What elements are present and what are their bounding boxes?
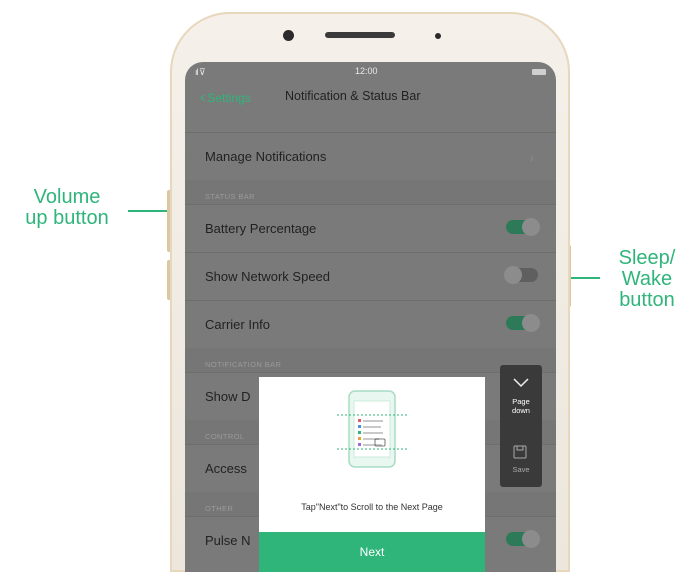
- list-item-label: Manage Notifications: [205, 149, 327, 164]
- phone-scroll-illustration-icon: [337, 390, 407, 468]
- list-item-network-speed: Show Network Speed: [185, 252, 556, 300]
- sleep-wake-callout: Sleep/ Wake button: [608, 248, 684, 311]
- save-label: Save: [512, 465, 530, 474]
- list-item-label: Show Network Speed: [205, 269, 331, 284]
- toggle-knob: [504, 266, 522, 284]
- toggle-knob: [522, 314, 540, 332]
- list-item-manage-notifications[interactable]: Manage Notifications ›: [185, 132, 556, 180]
- page-down-label: Page down: [500, 397, 542, 415]
- callout-text: Sleep/: [618, 247, 676, 269]
- phone-top-bezel: [170, 12, 570, 67]
- toggle-knob: [522, 218, 540, 236]
- chevron-right-icon: ›: [529, 148, 534, 165]
- proximity-sensor: [435, 33, 441, 39]
- pulse-toggle[interactable]: [506, 530, 540, 548]
- phone-body: ıl ⊽ 12:00 ‹ Settings Notification & Sta…: [170, 12, 570, 572]
- chevron-left-icon: ‹: [200, 89, 206, 106]
- nav-bar: ‹ Settings Notification & Status Bar: [185, 82, 556, 116]
- battery-icon: [532, 69, 546, 75]
- page-down-button[interactable]: [513, 375, 529, 391]
- page-title: Notification & Status Bar: [285, 89, 421, 103]
- callout-text: Wake: [621, 268, 673, 290]
- list-item-label: Access: [205, 461, 247, 476]
- signal-icon: ıl ⊽: [195, 67, 206, 77]
- back-button[interactable]: ‹ Settings: [200, 89, 251, 107]
- toggle-knob: [522, 530, 540, 548]
- callout-text: up button: [25, 207, 109, 229]
- back-label: Settings: [207, 91, 251, 105]
- scroll-tutorial-dialog: Tap"Next"to Scroll to the Next Page Next: [259, 377, 485, 572]
- list-item-label: Battery Percentage: [205, 221, 317, 236]
- section-header-status-bar: STATUS BAR: [185, 180, 556, 204]
- front-camera-icon: [283, 30, 294, 41]
- network-speed-toggle[interactable]: [504, 266, 538, 284]
- next-button[interactable]: Next: [259, 532, 485, 572]
- dialog-instruction: Tap"Next"to Scroll to the Next Page: [301, 502, 443, 512]
- list-item-carrier-info: Carrier Info: [185, 300, 556, 348]
- callout-leader-line: [128, 210, 172, 212]
- callout-text: button: [619, 289, 675, 311]
- chevron-down-icon: [513, 378, 529, 388]
- callout-text: Volume: [33, 186, 101, 208]
- list-item-battery-percentage: Battery Percentage: [185, 204, 556, 252]
- volume-up-callout: Volume up button: [2, 187, 132, 229]
- screenshot-side-panel: Page down Save: [500, 365, 542, 487]
- status-time: 12:00: [355, 66, 378, 76]
- carrier-info-toggle[interactable]: [506, 314, 540, 332]
- list-item-label: Show D: [205, 389, 251, 404]
- list-item-label: Carrier Info: [205, 317, 271, 332]
- status-bar: ıl ⊽ 12:00: [185, 62, 556, 82]
- battery-percentage-toggle[interactable]: [506, 218, 540, 236]
- page-down-label-line: down: [512, 406, 530, 415]
- phone-screen: ıl ⊽ 12:00 ‹ Settings Notification & Sta…: [185, 62, 556, 572]
- page-down-label-line: Page: [512, 397, 530, 406]
- list-item-label: Pulse N: [205, 533, 251, 548]
- earpiece-speaker: [325, 32, 395, 38]
- save-icon[interactable]: [513, 445, 527, 459]
